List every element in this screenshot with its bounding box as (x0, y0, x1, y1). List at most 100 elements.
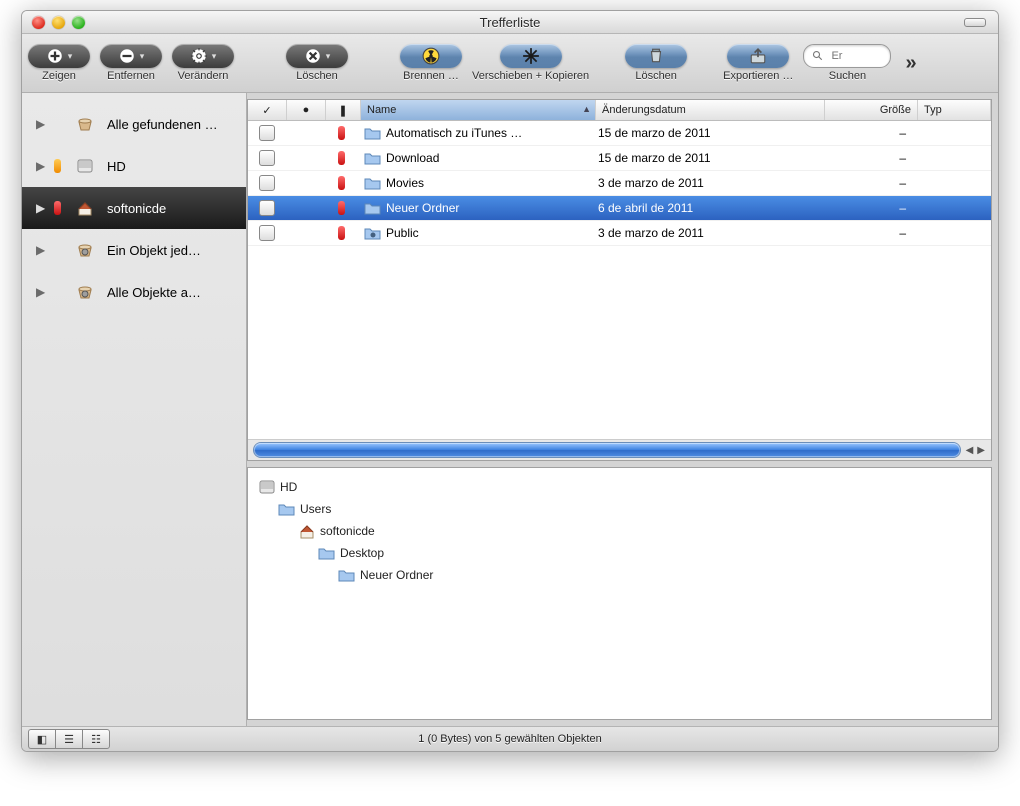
row-pill (324, 146, 358, 170)
sidebar-item-2[interactable]: ▶ softonicde (22, 187, 246, 229)
folder-icon (364, 225, 382, 241)
column-size[interactable]: Größe (825, 100, 918, 120)
toolbar-exportieren[interactable]: Exportieren … (723, 44, 793, 82)
toolbar-entfernen[interactable]: ▾ Entfernen (100, 44, 162, 82)
row-size: – (820, 121, 912, 145)
table-row[interactable]: Public 3 de marzo de 2011 – (248, 221, 991, 246)
folder-icon (364, 125, 382, 141)
tree-item[interactable]: softonicde (258, 520, 981, 542)
toolbar-toggle-icon[interactable] (964, 18, 986, 27)
sort-asc-icon: ▲ (582, 104, 591, 114)
toolbar-veraendern[interactable]: ▾ Verändern (172, 44, 234, 82)
toolbar-brennen[interactable]: Brennen … (400, 44, 462, 82)
column-type[interactable]: Typ (918, 100, 991, 120)
row-dot (286, 196, 324, 220)
row-name: Movies (358, 171, 592, 195)
toolbar-loeschen[interactable]: ▾ Löschen (286, 44, 348, 82)
minimize-icon[interactable] (52, 16, 65, 29)
table-row[interactable]: Download 15 de marzo de 2011 – (248, 146, 991, 171)
path-tree: HD Users softonicde Desktop Neuer Ordner (247, 467, 992, 720)
column-date[interactable]: Änderungsdatum (596, 100, 825, 120)
disclosure-icon[interactable]: ▶ (36, 285, 46, 299)
row-checkbox[interactable] (248, 146, 286, 170)
sidebar-item-label: Ein Objekt jed… (107, 243, 201, 258)
disclosure-icon[interactable]: ▶ (36, 201, 46, 215)
export-icon[interactable] (727, 44, 789, 68)
tree-item[interactable]: Desktop (258, 542, 981, 564)
toolbar-verschieben[interactable]: Verschieben + Kopieren (472, 44, 589, 82)
row-size: – (820, 196, 912, 220)
search-field[interactable] (803, 44, 891, 68)
row-name: Download (358, 146, 592, 170)
row-dot (286, 171, 324, 195)
toolbar-loeschen2[interactable]: Löschen (625, 44, 687, 82)
tree-label: HD (280, 480, 297, 494)
minus-icon[interactable]: ▾ (100, 44, 162, 68)
row-checkbox[interactable] (248, 221, 286, 245)
sidebar-item-1[interactable]: ▶ HD (22, 145, 246, 187)
tree-item[interactable]: Neuer Ordner (258, 564, 981, 586)
sidebar-item-label: HD (107, 159, 126, 174)
h-scrollbar[interactable]: ◀▶ (248, 439, 991, 460)
column-bar[interactable]: ❚ (326, 100, 361, 120)
scroll-thumb[interactable] (254, 443, 960, 457)
column-name[interactable]: Name▲ (361, 100, 596, 120)
titlebar: Trefferliste (22, 11, 998, 34)
row-checkbox[interactable] (248, 196, 286, 220)
radioactive-icon[interactable] (400, 44, 462, 68)
plus-icon[interactable]: ▾ (28, 44, 90, 68)
view-mode-3[interactable]: ☷ (82, 729, 110, 749)
row-pill (324, 171, 358, 195)
row-date: 3 de marzo de 2011 (592, 171, 820, 195)
disclosure-icon[interactable]: ▶ (36, 117, 46, 131)
basket-gear-icon (69, 277, 99, 307)
trash-icon[interactable] (625, 44, 687, 68)
home-icon (69, 193, 99, 223)
view-mode-1[interactable]: ◧ (28, 729, 55, 749)
zoom-icon[interactable] (72, 16, 85, 29)
burst-icon[interactable] (500, 44, 562, 68)
x-icon[interactable]: ▾ (286, 44, 348, 68)
row-checkbox[interactable] (248, 121, 286, 145)
hd-icon (69, 151, 99, 181)
row-type (912, 196, 991, 220)
close-icon[interactable] (32, 16, 45, 29)
sidebar-item-4[interactable]: ▶ Alle Objekte a… (22, 271, 246, 313)
table-row[interactable]: Movies 3 de marzo de 2011 – (248, 171, 991, 196)
sidebar: ▶ Alle gefundenen … ▶ HD ▶ softonicde ▶ … (22, 93, 247, 726)
view-mode-2[interactable]: ☰ (55, 729, 82, 749)
tree-item[interactable]: HD (258, 476, 981, 498)
orange-pill-icon (54, 159, 61, 173)
view-mode-buttons: ◧ ☰ ☷ (28, 729, 110, 749)
search-input[interactable] (829, 49, 882, 63)
table-row[interactable]: Automatisch zu iTunes … 15 de marzo de 2… (248, 121, 991, 146)
status-text: 1 (0 Bytes) von 5 gewählten Objekten (22, 733, 998, 745)
disclosure-icon[interactable]: ▶ (36, 159, 46, 173)
row-dot (286, 121, 324, 145)
tree-label: Users (300, 502, 331, 516)
table-row[interactable]: Neuer Ordner 6 de abril de 2011 – (248, 196, 991, 221)
sidebar-item-3[interactable]: ▶ Ein Objekt jed… (22, 229, 246, 271)
row-pill (324, 121, 358, 145)
disclosure-icon[interactable]: ▶ (36, 243, 46, 257)
toolbar-zeigen[interactable]: ▾ Zeigen (28, 44, 90, 82)
sidebar-item-0[interactable]: ▶ Alle gefundenen … (22, 103, 246, 145)
tree-item[interactable]: Users (258, 498, 981, 520)
table-body: Automatisch zu iTunes … 15 de marzo de 2… (248, 121, 991, 439)
column-dot[interactable]: ● (287, 100, 326, 120)
folder-icon (364, 150, 382, 166)
folder-icon (278, 501, 296, 517)
row-size: – (820, 171, 912, 195)
overflow-icon[interactable]: » (905, 52, 916, 75)
row-type (912, 221, 991, 245)
row-name: Automatisch zu iTunes … (358, 121, 592, 145)
row-date: 15 de marzo de 2011 (592, 146, 820, 170)
basket-gear-icon (69, 235, 99, 265)
sidebar-item-label: Alle Objekte a… (107, 285, 201, 300)
column-check[interactable]: ✓ (248, 100, 287, 120)
row-checkbox[interactable] (248, 171, 286, 195)
scroll-arrows[interactable]: ◀▶ (966, 445, 985, 456)
row-size: – (820, 146, 912, 170)
sidebar-item-label: softonicde (107, 201, 166, 216)
gear-icon[interactable]: ▾ (172, 44, 234, 68)
